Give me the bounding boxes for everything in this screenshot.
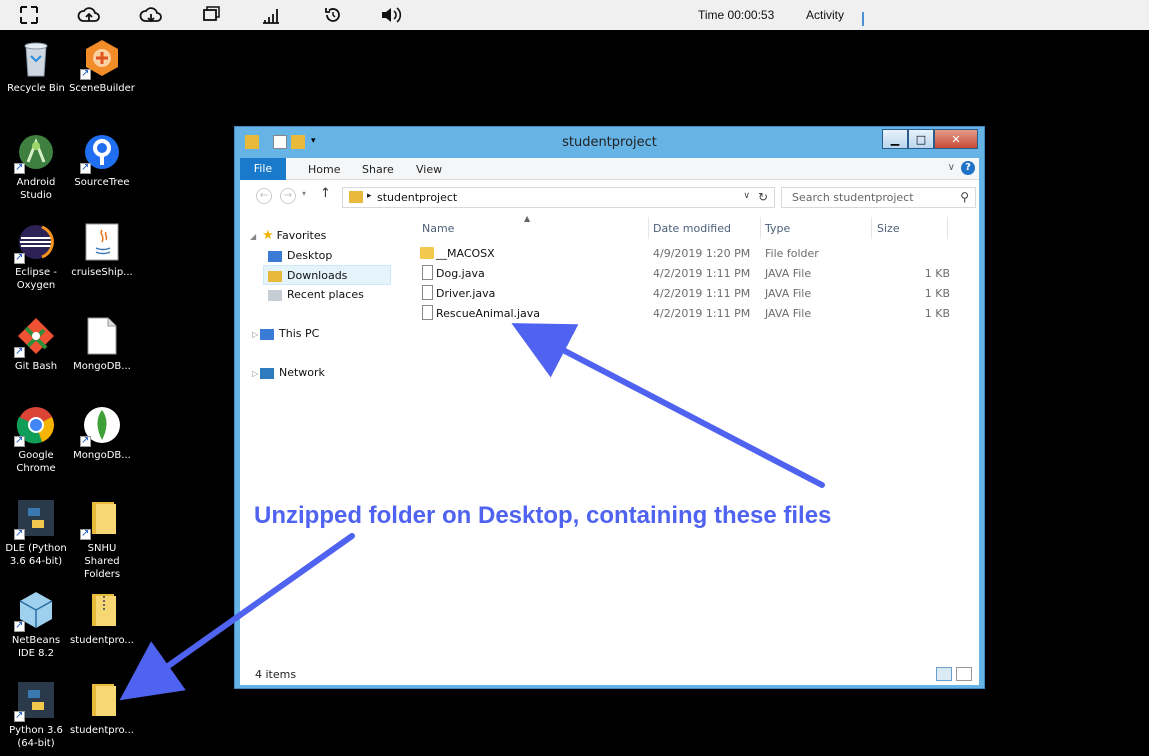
annotation-arrows bbox=[119, 323, 825, 701]
arrow-to-files bbox=[511, 323, 825, 488]
annotation-text: Unzipped folder on Desktop, containing t… bbox=[254, 502, 832, 529]
arrow-to-folder bbox=[119, 533, 355, 701]
